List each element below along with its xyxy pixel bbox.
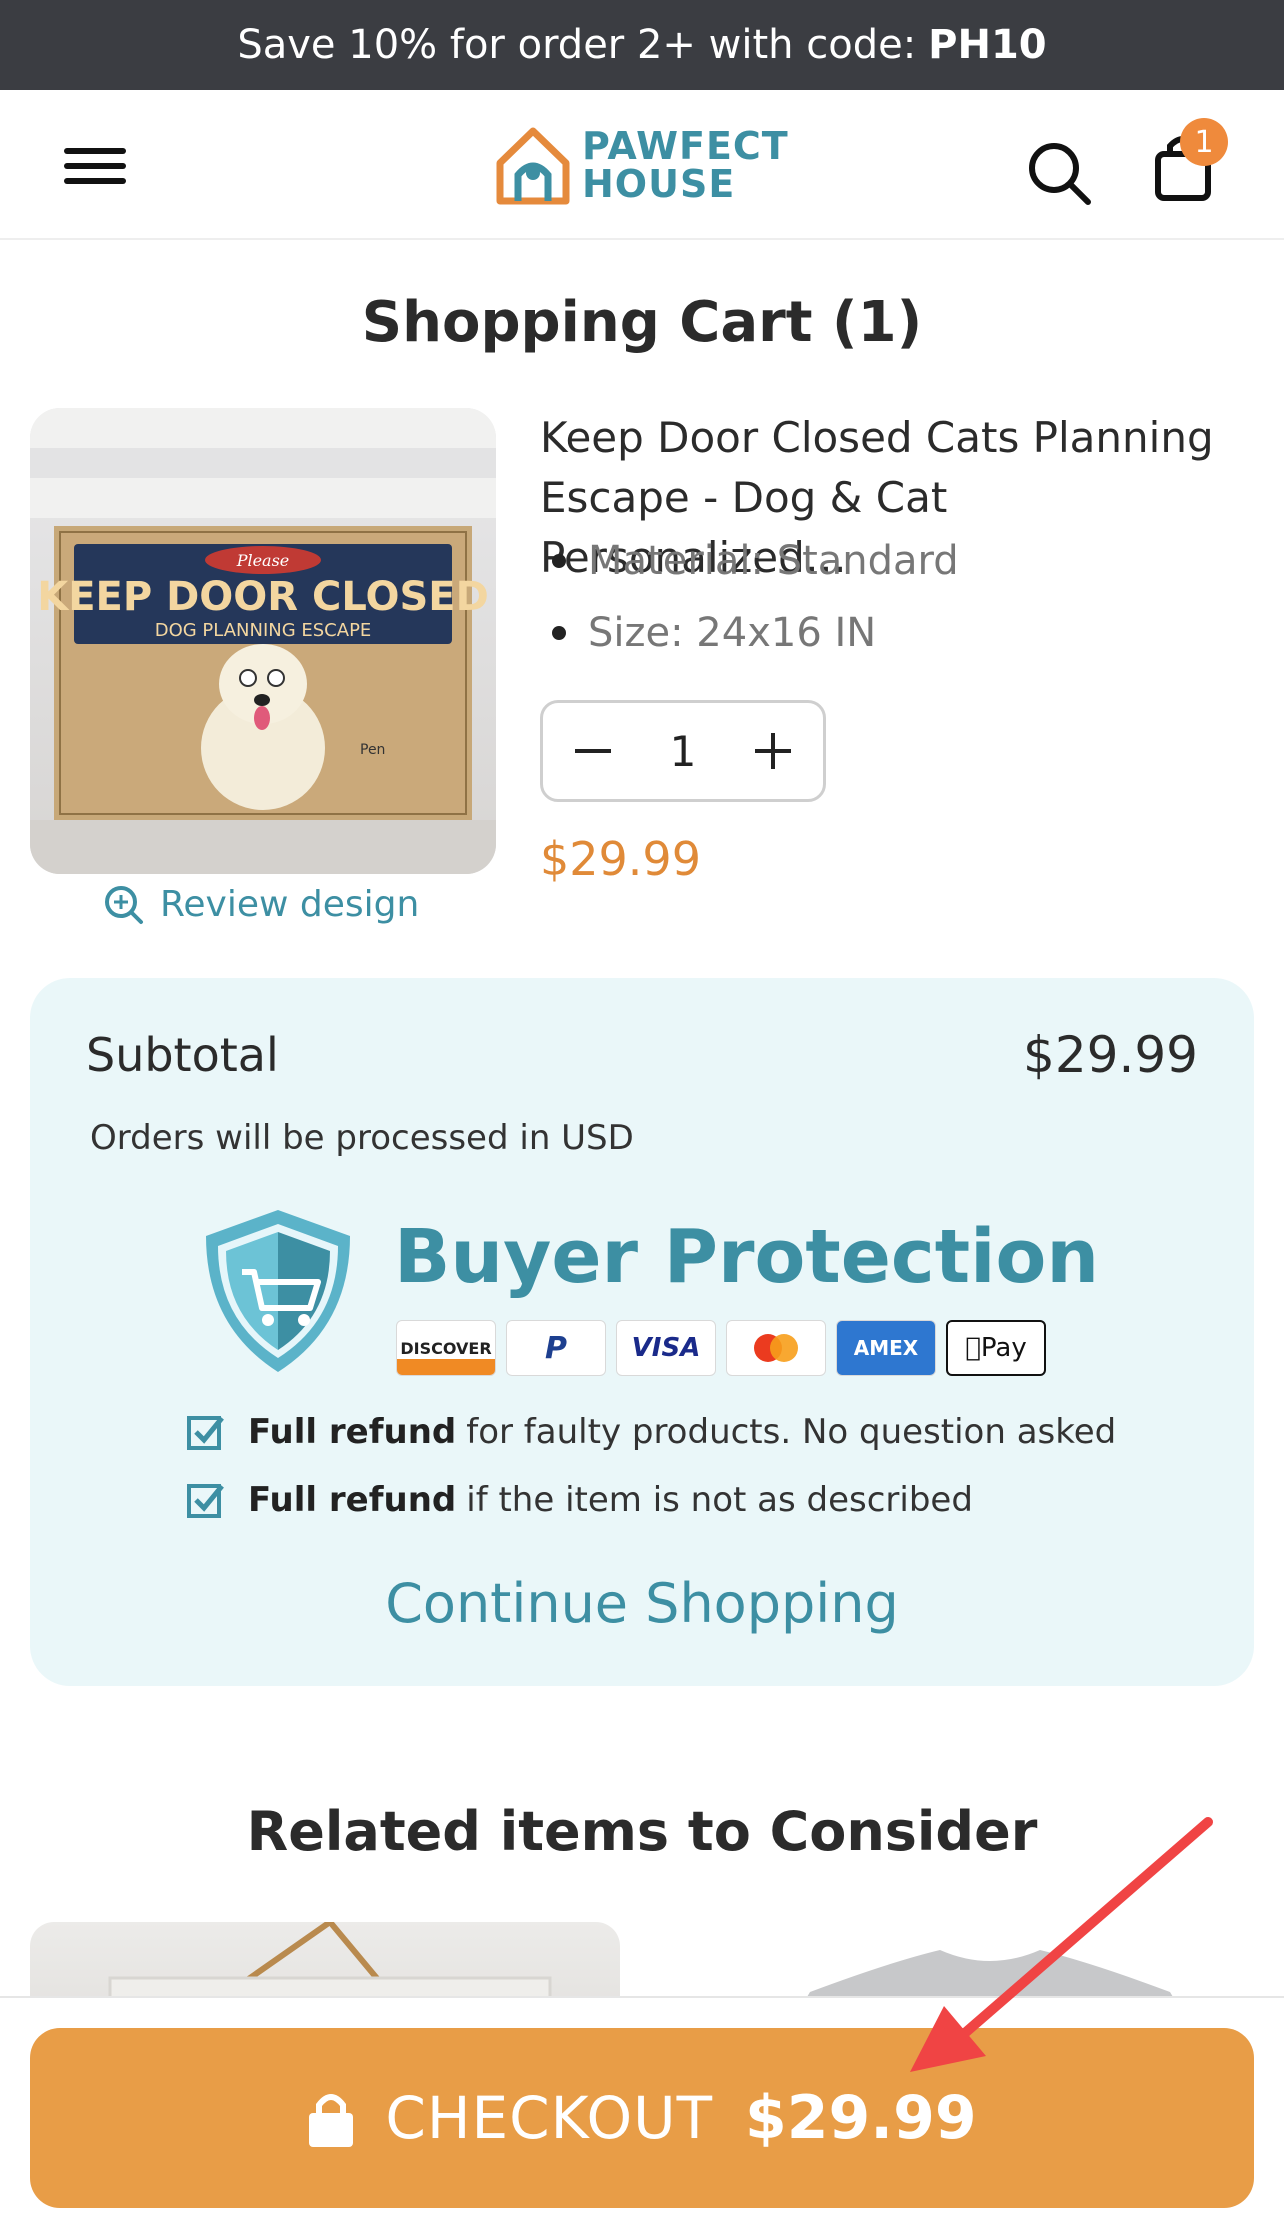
variant-material-text: Material: Standard — [588, 538, 959, 584]
discover-icon: DISCOVER — [396, 1320, 496, 1376]
house-logo-icon — [496, 127, 570, 205]
item-price: $29.99 — [540, 832, 701, 886]
guarantee-faulty: Full refund for faulty products. No ques… — [186, 1412, 1116, 1452]
promo-code: PH10 — [928, 22, 1047, 68]
review-design-link[interactable]: Review design — [104, 884, 419, 925]
guarantee-text: for faulty products. No question asked — [466, 1412, 1117, 1452]
menu-icon[interactable] — [64, 148, 126, 184]
mat-subline-text: DOG PLANNING ESCAPE — [155, 620, 372, 641]
checkout-label: CHECKOUT — [385, 2084, 714, 2152]
bullet-icon — [552, 554, 566, 568]
quantity-stepper: 1 — [540, 700, 826, 802]
variant-material: Material: Standard — [552, 538, 959, 584]
guarantee-described: Full refund if the item is not as descri… — [186, 1480, 973, 1520]
mat-headline-text: KEEP DOOR CLOSED — [37, 574, 489, 620]
quantity-value[interactable]: 1 — [643, 727, 723, 776]
promo-banner: Save 10% for order 2+ with code: PH10 — [0, 0, 1284, 90]
product-image[interactable]: Please KEEP DOOR CLOSED DOG PLANNING ESC… — [30, 408, 496, 874]
payment-methods: DISCOVER P VISA AMEX Pay — [396, 1320, 1046, 1376]
mat-pet-name: Pen — [360, 742, 385, 758]
checkbox-check-icon — [187, 1416, 224, 1450]
mat-please-text: Please — [236, 551, 290, 570]
checkout-bar: CHECKOUT $29.99 — [0, 1996, 1284, 2239]
site-logo[interactable]: PAWFECT HOUSE — [494, 120, 789, 210]
zoom-in-icon — [105, 885, 143, 924]
lock-icon — [309, 2094, 354, 2147]
related-items-title: Related items to Consider — [246, 1800, 1038, 1863]
apple-pay-icon: Pay — [946, 1320, 1046, 1376]
logo-wordmark: PAWFECT HOUSE — [582, 127, 789, 203]
mastercard-icon — [726, 1320, 826, 1376]
paypal-icon: P — [506, 1320, 606, 1376]
continue-shopping-link[interactable]: Continue Shopping — [30, 1572, 1254, 1635]
decrease-quantity-button[interactable] — [571, 729, 615, 773]
site-header: PAWFECT HOUSE 1 — [0, 90, 1284, 240]
guarantee-bold: Full refund — [248, 1480, 457, 1520]
buyer-protection-title: Buyer Protection — [394, 1214, 1100, 1300]
checkout-total: $29.99 — [745, 2083, 977, 2153]
guarantee-bold: Full refund — [248, 1412, 457, 1452]
increase-quantity-button[interactable] — [751, 729, 795, 773]
currency-note: Orders will be processed in USD — [90, 1118, 634, 1158]
review-design-label: Review design — [160, 884, 420, 925]
bullet-icon — [552, 626, 566, 640]
logo-line2: HOUSE — [582, 162, 736, 206]
search-icon[interactable] — [1026, 140, 1092, 206]
variant-size: Size: 24x16 IN — [552, 610, 876, 656]
variant-size-text: Size: 24x16 IN — [588, 610, 877, 656]
logo-line1: PAWFECT — [582, 124, 789, 168]
subtotal-value: $29.99 — [1023, 1026, 1198, 1084]
checkout-button[interactable]: CHECKOUT $29.99 — [30, 2028, 1254, 2208]
order-summary: Subtotal $29.99 Orders will be processed… — [30, 978, 1254, 1686]
amex-icon: AMEX — [836, 1320, 936, 1376]
checkbox-check-icon — [187, 1484, 224, 1518]
promo-text: Save 10% for order 2+ with code: — [237, 22, 917, 68]
guarantee-text: if the item is not as described — [466, 1480, 973, 1520]
visa-icon: VISA — [616, 1320, 716, 1376]
subtotal-label: Subtotal — [86, 1028, 279, 1082]
shield-cart-icon — [206, 1210, 350, 1372]
cart-count-badge: 1 — [1180, 118, 1228, 166]
page-title: Shopping Cart (1) — [361, 290, 923, 355]
